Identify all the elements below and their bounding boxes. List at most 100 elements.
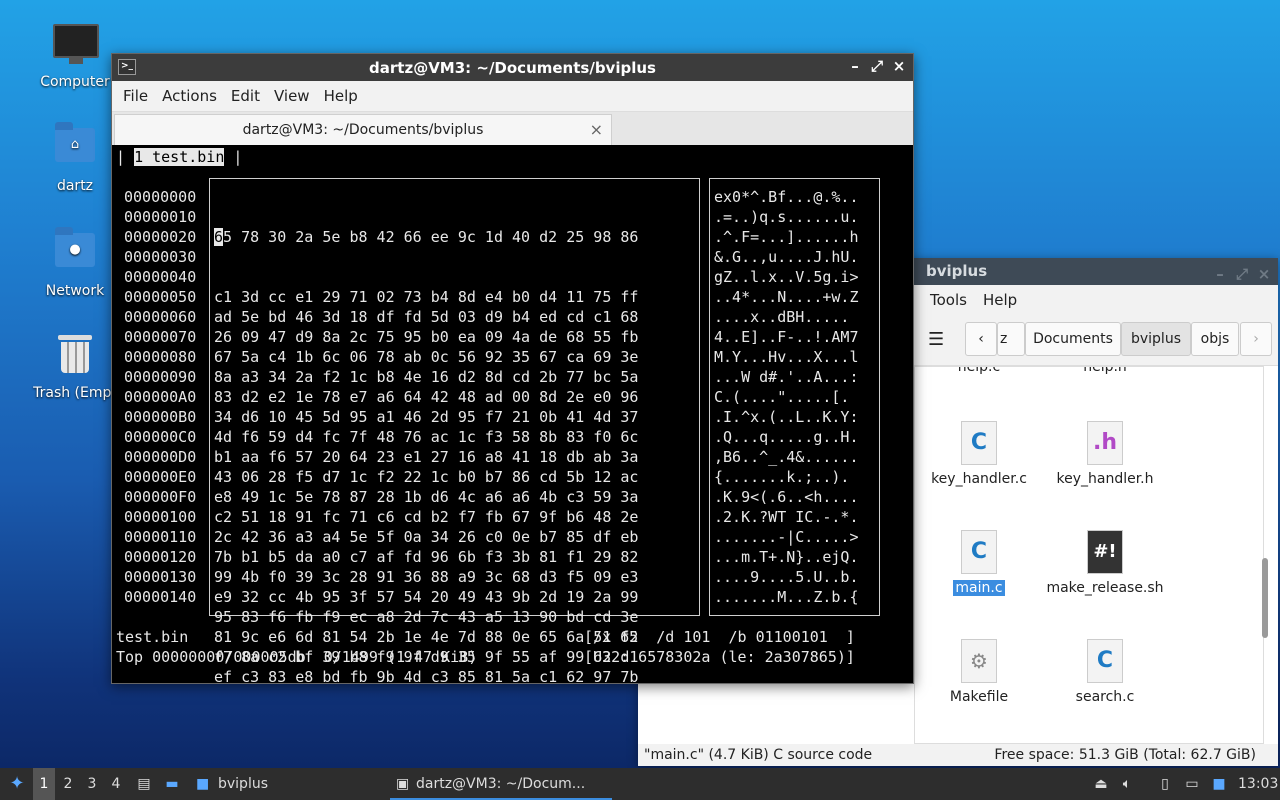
list-view-icon[interactable]: ☰ bbox=[928, 329, 944, 350]
file-makefile[interactable]: ⚙ Makefile bbox=[917, 639, 1041, 705]
file-manager-statusbar: "main.c" (4.7 KiB) C source code Free sp… bbox=[638, 744, 1278, 766]
hex-row: e8 49 1c 5e 78 87 28 1b d6 4c a6 a6 4b c… bbox=[214, 488, 639, 506]
ascii-row: ,B6..^_.4&...... bbox=[714, 448, 859, 466]
hex-row: 65 78 30 2a 5e b8 42 66 ee 9c 1d 40 d2 2… bbox=[214, 228, 639, 246]
hex-row: 43 06 28 f5 d7 1c f2 22 1c b0 b7 86 cd 5… bbox=[214, 468, 639, 486]
desktop-computer[interactable]: Computer bbox=[27, 18, 123, 90]
terminal-menubar: File Actions Edit View Help bbox=[112, 81, 913, 112]
clock[interactable]: 13:03 bbox=[1238, 768, 1278, 800]
ascii-row: .Q...q.....g..H. bbox=[714, 428, 859, 446]
offset-label: 00000100 bbox=[124, 508, 197, 526]
offset-label: 00000010 bbox=[124, 208, 197, 226]
maximize-icon[interactable]: ⤢ bbox=[869, 57, 885, 75]
file-partial[interactable]: help.c bbox=[917, 367, 1041, 375]
menu-file[interactable]: File bbox=[116, 87, 155, 105]
hex-row: 99 4b f0 39 3c 28 91 36 88 a9 3c 68 d3 f… bbox=[214, 568, 639, 586]
file-label: key_handler.c bbox=[931, 471, 1027, 487]
buffer-tab-line: | 1 test.bin | bbox=[116, 148, 243, 166]
hex-column[interactable]: 65 78 30 2a 5e b8 42 66 ee 9c 1d 40 d2 2… bbox=[214, 187, 638, 687]
ascii-row: .=..)q.s......u. bbox=[714, 208, 859, 226]
chevron-left-icon: ‹ bbox=[978, 331, 984, 347]
breadcrumb-documents[interactable]: Documents bbox=[1025, 322, 1121, 356]
volume-icon[interactable]: 🔈︎ bbox=[1118, 768, 1136, 800]
breadcrumb-bviplus[interactable]: bviplus bbox=[1121, 322, 1191, 356]
file-manager-titlebar[interactable]: bviplus – ⤢ × bbox=[914, 258, 1278, 285]
file-main-c[interactable]: C main.c bbox=[917, 530, 1041, 596]
menu-tools[interactable]: Tools bbox=[922, 291, 975, 309]
desktop-home[interactable]: ⌂ dartz bbox=[27, 122, 123, 194]
terminal-titlebar[interactable]: >_ dartz@VM3: ~/Documents/bviplus – ⤢ × bbox=[112, 54, 913, 81]
menu-help[interactable]: Help bbox=[975, 291, 1025, 309]
ascii-row: gZ..l.x..V.5g.i> bbox=[714, 268, 859, 286]
menu-edit[interactable]: Edit bbox=[224, 87, 267, 105]
free-space-info: Free space: 51.3 GiB (Total: 62.7 GiB) bbox=[994, 747, 1256, 763]
ascii-row: .I.^x.(..L..K.Y: bbox=[714, 408, 859, 426]
file-key-handler-c[interactable]: C key_handler.c bbox=[917, 421, 1041, 487]
desktop-trash[interactable]: Trash (Empt bbox=[27, 331, 123, 401]
task-terminal[interactable]: ▣ dartz@VM3: ~/Docum... bbox=[390, 768, 612, 800]
file-search-c[interactable]: C search.c bbox=[1043, 639, 1167, 705]
ascii-row: {.......k.;..). bbox=[714, 468, 850, 486]
eject-icon[interactable]: ⏏ bbox=[1092, 768, 1110, 800]
network-icon[interactable]: ▭ bbox=[1182, 768, 1202, 800]
app-menu-icon[interactable]: ✦ bbox=[6, 768, 28, 800]
offset-label: 00000080 bbox=[124, 348, 197, 366]
breadcrumb-back-button[interactable]: ‹ bbox=[965, 322, 997, 356]
desktop-network[interactable]: ● Network bbox=[27, 227, 123, 299]
status-filename: test.bin bbox=[116, 628, 189, 646]
close-icon[interactable]: × bbox=[891, 57, 907, 75]
menu-actions[interactable]: Actions bbox=[155, 87, 224, 105]
ascii-row: .......-|C.....> bbox=[714, 528, 859, 546]
maximize-icon[interactable]: ⤢ bbox=[1234, 261, 1250, 288]
breadcrumb-objs[interactable]: objs bbox=[1191, 322, 1239, 356]
ascii-row: .K.9<(.6..<h.... bbox=[714, 488, 859, 506]
menu-help[interactable]: Help bbox=[317, 87, 365, 105]
terminal-window: >_ dartz@VM3: ~/Documents/bviplus – ⤢ × … bbox=[111, 53, 914, 686]
hex-row: 34 d6 10 45 5d 95 a1 46 2d 95 f7 21 0b 4… bbox=[214, 408, 639, 426]
terminal-screen[interactable]: | 1 test.bin | 00000000 00000010 00000020 0… bbox=[112, 145, 913, 686]
workspace-1[interactable]: 1 bbox=[33, 768, 55, 800]
terminal-icon: >_ bbox=[118, 59, 136, 75]
window-title: dartz@VM3: ~/Documents/bviplus bbox=[369, 58, 656, 77]
buffer-tab[interactable]: 1 test.bin bbox=[134, 148, 225, 166]
file-key-handler-h[interactable]: .h key_handler.h bbox=[1043, 421, 1167, 487]
offset-label: 00000070 bbox=[124, 328, 197, 346]
offset-label: 00000060 bbox=[124, 308, 197, 326]
workspace-4[interactable]: 4 bbox=[105, 768, 127, 800]
ascii-row: &.G..,u....J.hU. bbox=[714, 248, 859, 266]
clipboard-icon[interactable]: ▯ bbox=[1156, 768, 1174, 800]
breadcrumb-forward-button[interactable]: › bbox=[1240, 322, 1272, 356]
close-icon[interactable]: × bbox=[1256, 261, 1272, 288]
scrollbar[interactable] bbox=[1262, 558, 1268, 638]
file-make-release-sh[interactable]: #! make_release.sh bbox=[1043, 530, 1167, 596]
hex-row: 8a a3 34 2a f2 1c b8 4e 16 d2 8d cd 2b 7… bbox=[214, 368, 639, 386]
close-tab-icon[interactable]: × bbox=[590, 120, 603, 139]
hex-row: ad 5e bd 46 3d 18 df fd 5d 03 d9 b4 ed c… bbox=[214, 308, 639, 326]
c-source-file-icon: C bbox=[1087, 639, 1123, 683]
update-notifier-icon[interactable]: ■ bbox=[1210, 768, 1228, 800]
minimize-icon[interactable]: – bbox=[1212, 261, 1228, 288]
file-manager-launcher-icon[interactable]: ▤ bbox=[134, 768, 154, 800]
shell-script-icon: #! bbox=[1087, 530, 1123, 574]
minimize-icon[interactable]: – bbox=[847, 57, 863, 75]
show-desktop-icon[interactable]: ▬ bbox=[162, 768, 182, 800]
terminal-tab[interactable]: dartz@VM3: ~/Documents/bviplus × bbox=[114, 114, 612, 145]
ascii-row: ....x..dBH..... bbox=[714, 308, 850, 326]
file-partial[interactable]: help.h bbox=[1043, 367, 1167, 375]
breadcrumb-partial[interactable]: z bbox=[997, 322, 1025, 356]
ascii-column[interactable]: ex0*^.Bf...@.%.. .=..)q.s......u. .^.F=...… bbox=[714, 187, 859, 607]
workspace-2[interactable]: 2 bbox=[57, 768, 79, 800]
menu-view[interactable]: View bbox=[267, 87, 317, 105]
desktop-icon-label: Trash (Empt bbox=[33, 385, 117, 401]
makefile-gear-icon: ⚙ bbox=[961, 639, 997, 683]
offset-label: 00000110 bbox=[124, 528, 197, 546]
terminal-tabbar: dartz@VM3: ~/Documents/bviplus × bbox=[112, 112, 913, 146]
offset-label: 00000020 bbox=[124, 228, 197, 246]
task-bviplus[interactable]: ■ bviplus bbox=[192, 768, 398, 800]
ascii-row: ...m.T+.N}..ejQ. bbox=[714, 548, 859, 566]
workspace-3[interactable]: 3 bbox=[81, 768, 103, 800]
offset-label: 00000120 bbox=[124, 548, 197, 566]
ascii-row: ....9....5.U..b. bbox=[714, 568, 859, 586]
status-byte-values: [/x 65 /d 101 /b 01100101 ] bbox=[584, 628, 855, 646]
offset-label: 000000A0 bbox=[124, 388, 197, 406]
